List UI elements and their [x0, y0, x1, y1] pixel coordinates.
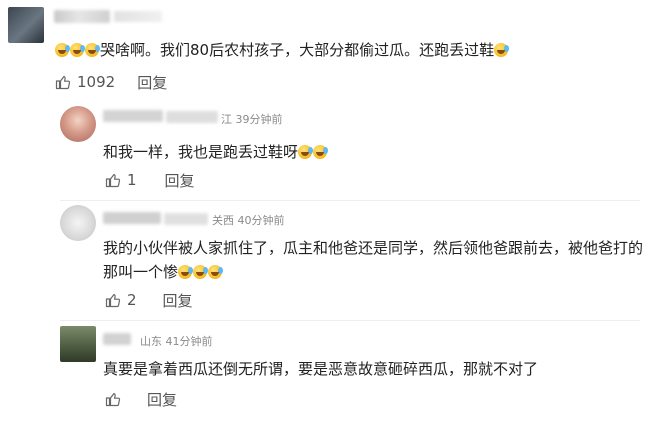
laughing-crying-emoji-icon	[85, 43, 100, 57]
reply-button[interactable]: 回复	[147, 389, 177, 410]
reply-meta: 关西 40分钟前	[212, 214, 285, 227]
avatar[interactable]	[8, 7, 44, 43]
username-redacted-extra	[166, 111, 218, 123]
reply-body-line1: 我的小伙伴被人家抓住了，瓜主和他爸还是同学，然后领他爸跟前去，被他爸打的	[103, 239, 644, 257]
username-redacted	[103, 333, 131, 345]
reply-body-line2-wrapper: 那叫一个惨	[103, 260, 643, 284]
reply-button[interactable]: 回复	[165, 170, 195, 191]
divider	[60, 320, 640, 321]
reply-body: 和我一样，我也是跑丢过鞋呀	[103, 143, 299, 161]
thumbs-up-icon[interactable]	[105, 292, 121, 308]
laughing-crying-emoji-icon	[298, 145, 314, 159]
top-comment-actions: 1092 回复	[55, 72, 167, 92]
reply-actions: 1 回复	[105, 170, 195, 190]
reply-actions: 2 回复	[105, 290, 193, 310]
like-count: 1092	[77, 73, 116, 91]
reply-button[interactable]: 回复	[163, 290, 193, 311]
thumbs-up-icon[interactable]	[105, 391, 121, 407]
laughing-crying-emoji-icon	[178, 265, 194, 279]
reply-text: 真要是拿着西瓜还倒无所谓，要是恶意故意砸碎西瓜，那就不对了	[103, 360, 539, 378]
divider	[60, 200, 640, 201]
like-count: 2	[127, 291, 137, 309]
avatar[interactable]	[60, 106, 96, 142]
laughing-crying-emoji-icon	[208, 265, 224, 279]
reply-meta: 山东 41分钟前	[140, 335, 213, 348]
username-redacted	[54, 10, 110, 23]
laughing-crying-emoji-icon	[193, 265, 209, 279]
top-comment-text: 哭啥啊。我们80后农村孩子，大部分都偷过瓜。还跑丢过鞋	[55, 39, 510, 61]
reply-meta: 江 39分钟前	[221, 113, 283, 126]
reply-body-line2: 那叫一个惨	[103, 263, 179, 281]
laughing-crying-emoji-icon	[55, 43, 70, 57]
avatar[interactable]	[60, 205, 96, 241]
laughing-crying-emoji-icon	[494, 43, 510, 57]
username-redacted-extra	[114, 11, 162, 22]
comment-body: 哭啥啊。我们80后农村孩子，大部分都偷过瓜。还跑丢过鞋	[100, 41, 495, 59]
username-redacted	[103, 212, 161, 224]
laughing-crying-emoji-icon	[70, 43, 85, 57]
reply-actions: 回复	[105, 389, 177, 409]
like-count: 1	[127, 171, 137, 189]
reply-text: 我的小伙伴被人家抓住了，瓜主和他爸还是同学，然后领他爸跟前去，被他爸打的 那叫一…	[103, 236, 643, 284]
avatar[interactable]	[60, 326, 96, 362]
comment-thread: 哭啥啊。我们80后农村孩子，大部分都偷过瓜。还跑丢过鞋 1092 回复 江 39…	[0, 0, 650, 424]
thumbs-up-icon[interactable]	[105, 172, 121, 188]
username-redacted	[103, 110, 163, 122]
thumbs-up-icon[interactable]	[55, 74, 71, 90]
reply-text: 和我一样，我也是跑丢过鞋呀	[103, 140, 329, 164]
reply-button[interactable]: 回复	[137, 72, 167, 93]
laughing-crying-emoji-icon	[313, 145, 329, 159]
username-redacted-extra	[164, 213, 208, 225]
